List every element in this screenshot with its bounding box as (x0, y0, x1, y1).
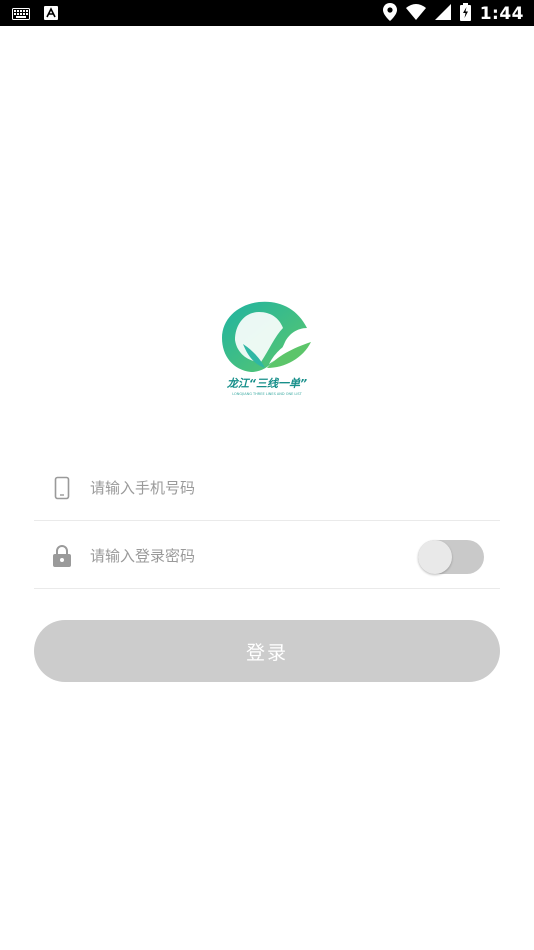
status-bar-time: 1:44 (479, 4, 524, 24)
lock-icon (50, 544, 74, 568)
status-bar-left (12, 5, 58, 24)
app-logo: 龙江“三线一单” LONGJIANG THREE LINES AND ONE L… (219, 298, 315, 402)
wifi-icon (405, 4, 426, 24)
text-a-icon (44, 5, 58, 24)
signal-icon (434, 4, 451, 24)
password-field-row (34, 520, 500, 589)
status-bar: 1:44 (0, 0, 534, 26)
phone-input[interactable] (90, 472, 390, 504)
login-button[interactable]: 登录 (34, 620, 500, 682)
battery-charging-icon (459, 3, 471, 25)
toggle-thumb (418, 540, 452, 574)
logo-subtitle: LONGJIANG THREE LINES AND ONE LIST (232, 392, 302, 396)
logo-title: 龙江“三线一单” (226, 377, 308, 390)
phone-icon (50, 476, 74, 500)
password-input[interactable] (90, 540, 390, 572)
location-icon (382, 3, 397, 25)
status-bar-right: 1:44 (382, 3, 524, 25)
show-password-toggle[interactable] (418, 540, 484, 574)
keyboard-icon (12, 5, 30, 24)
phone-field-row (34, 452, 500, 521)
